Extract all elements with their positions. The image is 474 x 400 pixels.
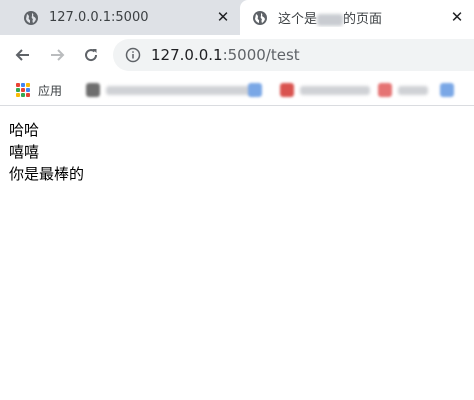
bookmark-icon [248, 83, 262, 97]
bookmark-icon [86, 83, 100, 97]
bookmark-icon [378, 83, 392, 97]
url-path: :5000/test [222, 46, 300, 64]
page-content: 哈哈 嘻嘻 你是最棒的 [9, 119, 84, 185]
arrow-left-icon [15, 49, 29, 61]
reload-button[interactable] [79, 43, 103, 67]
forward-button[interactable] [45, 43, 69, 67]
bookmark-icon [280, 83, 294, 97]
bookmark-icon [440, 83, 454, 97]
bookmark-apps[interactable]: 应用 [16, 75, 62, 105]
redacted-text [300, 85, 370, 95]
tab-title-prefix: 这个是 [278, 12, 318, 27]
content-line: 哈哈 [9, 121, 40, 139]
address-bar[interactable]: 127.0.0.1:5000/test [113, 39, 474, 71]
redacted-text [317, 13, 344, 26]
toolbar: 127.0.0.1:5000/test [0, 35, 474, 75]
tab-test-page[interactable]: 这个是 的页面 ✕ [240, 0, 474, 35]
bookmark-item[interactable] [378, 75, 428, 105]
tab-title: 127.0.0.1:5000 [49, 10, 149, 25]
tab-localhost[interactable]: 127.0.0.1:5000 ✕ [0, 0, 240, 35]
url-host: 127.0.0.1 [151, 46, 223, 64]
bookmark-item[interactable] [280, 75, 370, 105]
tab-title: 这个是 的页面 [278, 8, 448, 27]
globe-icon [23, 10, 39, 26]
reload-icon [85, 49, 98, 62]
close-icon[interactable]: ✕ [216, 9, 230, 24]
tab-strip: 127.0.0.1:5000 ✕ 这个是 的页面 ✕ [0, 0, 474, 35]
url-text: 127.0.0.1:5000/test [151, 46, 300, 64]
bookmark-item[interactable] [440, 75, 454, 105]
content-line: 嘻嘻 [9, 143, 40, 161]
back-button[interactable] [11, 43, 35, 67]
redacted-text [398, 85, 428, 95]
apps-icon [16, 83, 30, 97]
bookmark-item[interactable] [86, 75, 256, 105]
bookmark-apps-label: 应用 [38, 83, 63, 98]
content-line: 你是最棒的 [9, 165, 85, 183]
close-icon[interactable]: ✕ [450, 9, 464, 24]
tab-title-suffix: 的页面 [343, 12, 383, 27]
redacted-text [106, 85, 256, 95]
arrow-right-icon [51, 49, 65, 61]
bookmark-item[interactable] [248, 75, 262, 105]
globe-icon [252, 10, 268, 26]
info-icon[interactable] [125, 47, 141, 63]
bookmarks-bar: 应用 [0, 75, 474, 106]
